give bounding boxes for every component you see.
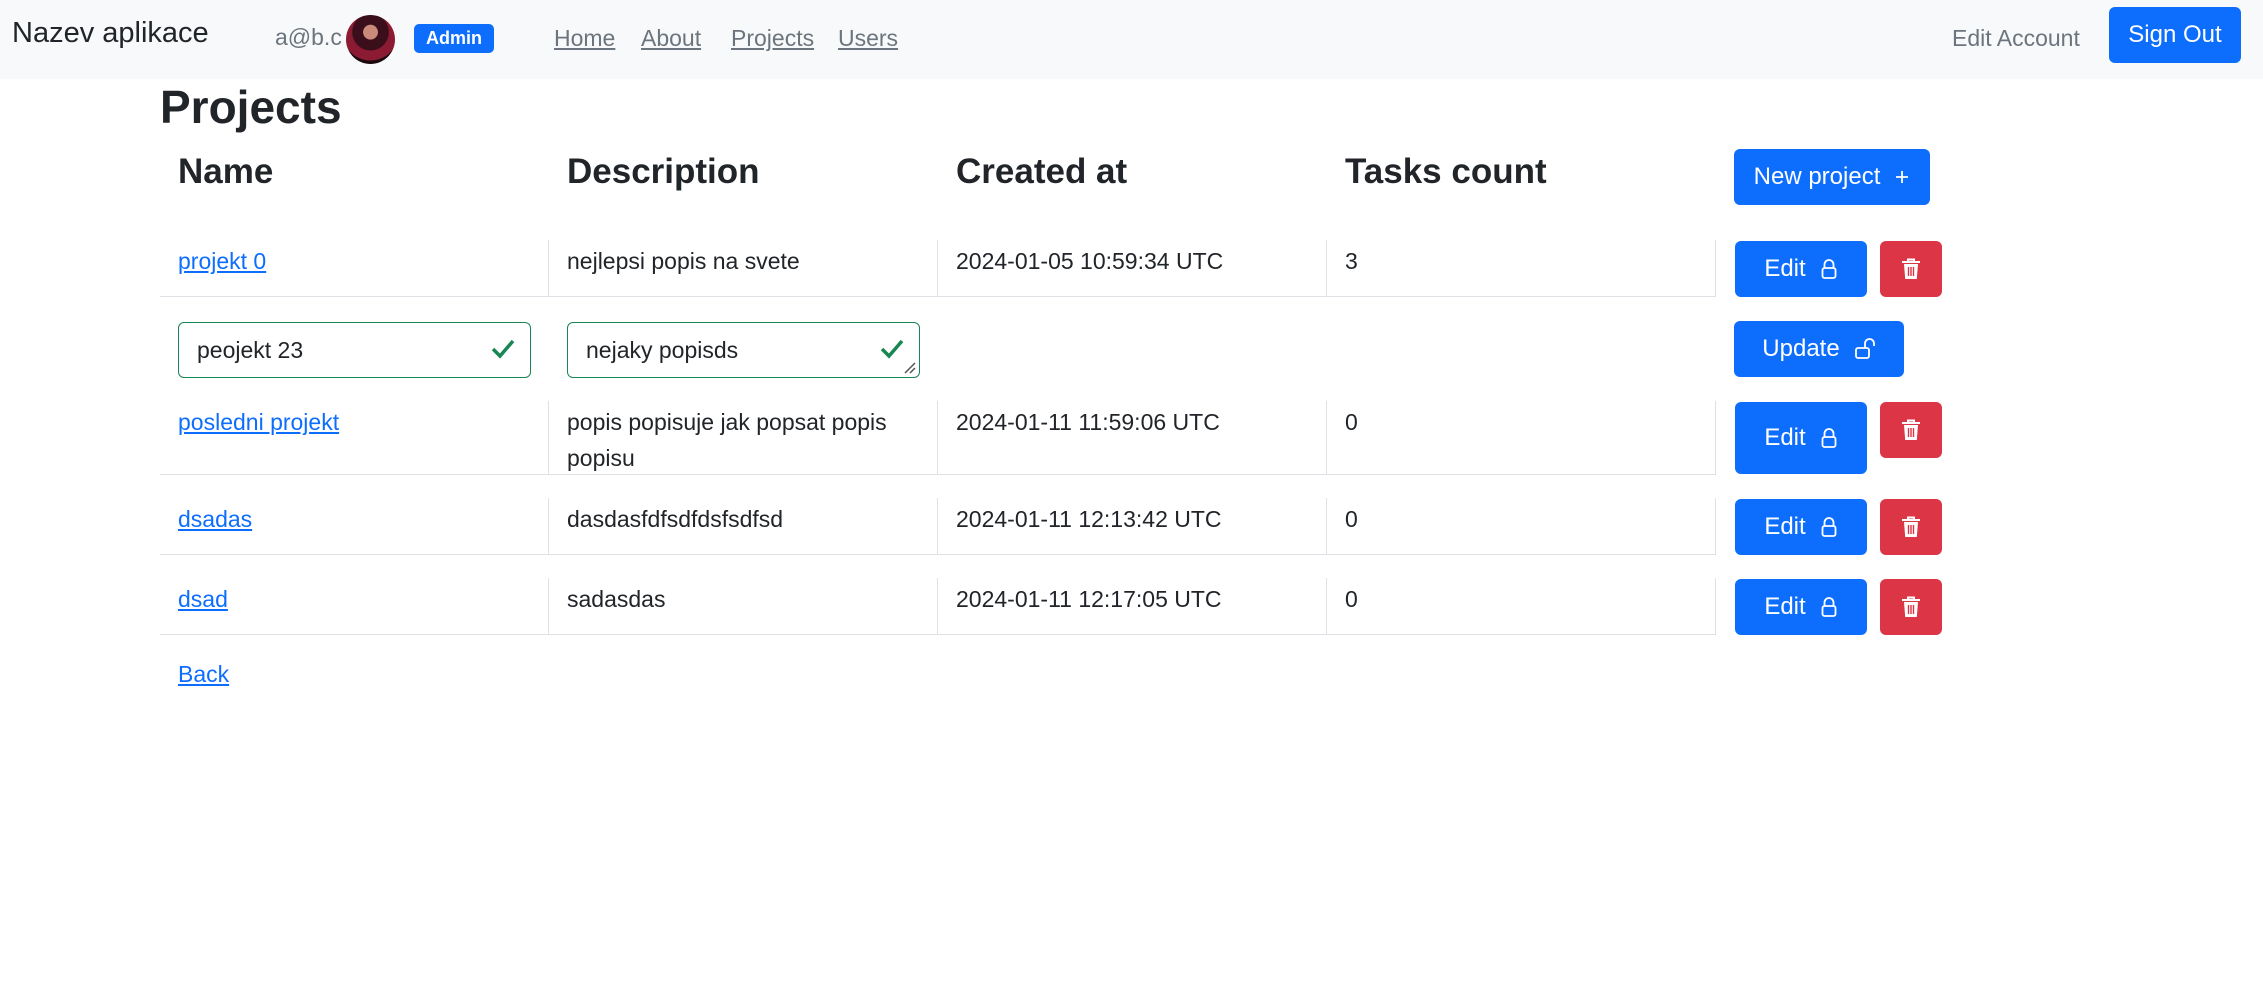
cell-divider: [1326, 240, 1327, 296]
row-divider: [160, 554, 1716, 555]
row-divider: [160, 634, 1716, 635]
project-created-at: 2024-01-05 10:59:34 UTC: [956, 248, 1224, 274]
project-description: popis popisuje jak popsat popis popisu: [567, 409, 887, 471]
project-name-link[interactable]: dsad: [178, 581, 228, 617]
check-icon: [491, 339, 515, 359]
delete-button[interactable]: [1880, 402, 1942, 458]
trash-icon: [1902, 258, 1920, 279]
project-created-at: 2024-01-11 12:13:42 UTC: [956, 506, 1222, 532]
nav-about[interactable]: About: [641, 25, 701, 52]
row-divider: [160, 296, 1716, 297]
header-description: Description: [567, 152, 760, 191]
row-divider: [160, 474, 1716, 475]
edit-label: Edit: [1764, 424, 1806, 451]
project-description-textarea[interactable]: [567, 322, 920, 378]
delete-button[interactable]: [1880, 579, 1942, 635]
project-tasks-count: 0: [1345, 506, 1358, 532]
unlock-icon: [1854, 338, 1875, 359]
edit-label: Edit: [1764, 593, 1806, 620]
navbar: Nazev aplikace a@b.c Admin Home About Pr…: [0, 0, 2263, 79]
edit-label: Edit: [1764, 513, 1806, 540]
project-created-at: 2024-01-11 11:59:06 UTC: [956, 409, 1220, 435]
page-title: Projects: [160, 81, 342, 133]
nav-users[interactable]: Users: [838, 25, 898, 52]
project-description: dasdasfdfsdfdsfsdfsd: [567, 506, 784, 532]
cell-divider: [1715, 240, 1716, 296]
edit-account-link[interactable]: Edit Account: [1952, 25, 2080, 52]
cell-divider: [548, 578, 549, 634]
user-email: a@b.c: [275, 24, 342, 50]
cell-divider: [548, 240, 549, 296]
cell-divider: [1715, 498, 1716, 554]
header-tasks-count: Tasks count: [1345, 152, 1547, 191]
delete-button[interactable]: [1880, 241, 1942, 297]
update-button[interactable]: Update: [1734, 321, 1904, 377]
cell-divider: [1326, 578, 1327, 634]
header-created-at: Created at: [956, 152, 1128, 191]
cell-divider: [937, 498, 938, 554]
project-name-link[interactable]: projekt 0: [178, 243, 266, 279]
edit-label: Edit: [1764, 255, 1806, 282]
edit-button[interactable]: Edit: [1735, 241, 1867, 297]
project-tasks-count: 3: [1345, 248, 1358, 274]
trash-icon: [1902, 516, 1920, 537]
delete-button[interactable]: [1880, 499, 1942, 555]
sign-out-button[interactable]: Sign Out: [2109, 7, 2241, 63]
cell-divider: [1715, 401, 1716, 474]
edit-button[interactable]: Edit: [1735, 499, 1867, 555]
lock-icon: [1821, 259, 1837, 279]
check-icon: [880, 339, 904, 359]
project-created-at: 2024-01-11 12:17:05 UTC: [956, 586, 1222, 612]
trash-icon: [1902, 596, 1920, 617]
resize-handle-icon[interactable]: [902, 360, 916, 374]
trash-icon: [1902, 419, 1920, 440]
back-link[interactable]: Back: [178, 661, 229, 688]
project-name-input[interactable]: [178, 322, 531, 378]
plus-icon: [1896, 171, 1909, 183]
cell-divider: [937, 401, 938, 474]
cell-divider: [548, 401, 549, 474]
project-description: sadasdas: [567, 586, 666, 612]
project-name-link[interactable]: dsadas: [178, 501, 252, 537]
admin-badge: Admin: [414, 24, 494, 53]
project-description: nejlepsi popis na svete: [567, 248, 800, 274]
cell-divider: [1326, 498, 1327, 554]
app-brand[interactable]: Nazev aplikace: [12, 17, 209, 50]
lock-icon: [1821, 517, 1837, 537]
project-tasks-count: 0: [1345, 586, 1358, 612]
edit-button[interactable]: Edit: [1735, 402, 1867, 474]
project-tasks-count: 0: [1345, 409, 1358, 435]
project-name-link[interactable]: posledni projekt: [178, 404, 339, 440]
cell-divider: [1326, 401, 1327, 474]
lock-icon: [1821, 597, 1837, 617]
edit-button[interactable]: Edit: [1735, 579, 1867, 635]
lock-icon: [1821, 428, 1837, 448]
new-project-button[interactable]: New project: [1734, 149, 1930, 205]
update-label: Update: [1762, 335, 1840, 362]
cell-divider: [937, 578, 938, 634]
nav-home[interactable]: Home: [554, 25, 615, 52]
new-project-label: New project: [1753, 163, 1881, 190]
cell-divider: [1715, 578, 1716, 634]
nav-projects[interactable]: Projects: [731, 25, 814, 52]
avatar: [346, 15, 395, 64]
cell-divider: [937, 240, 938, 296]
header-name: Name: [178, 152, 274, 191]
cell-divider: [548, 498, 549, 554]
